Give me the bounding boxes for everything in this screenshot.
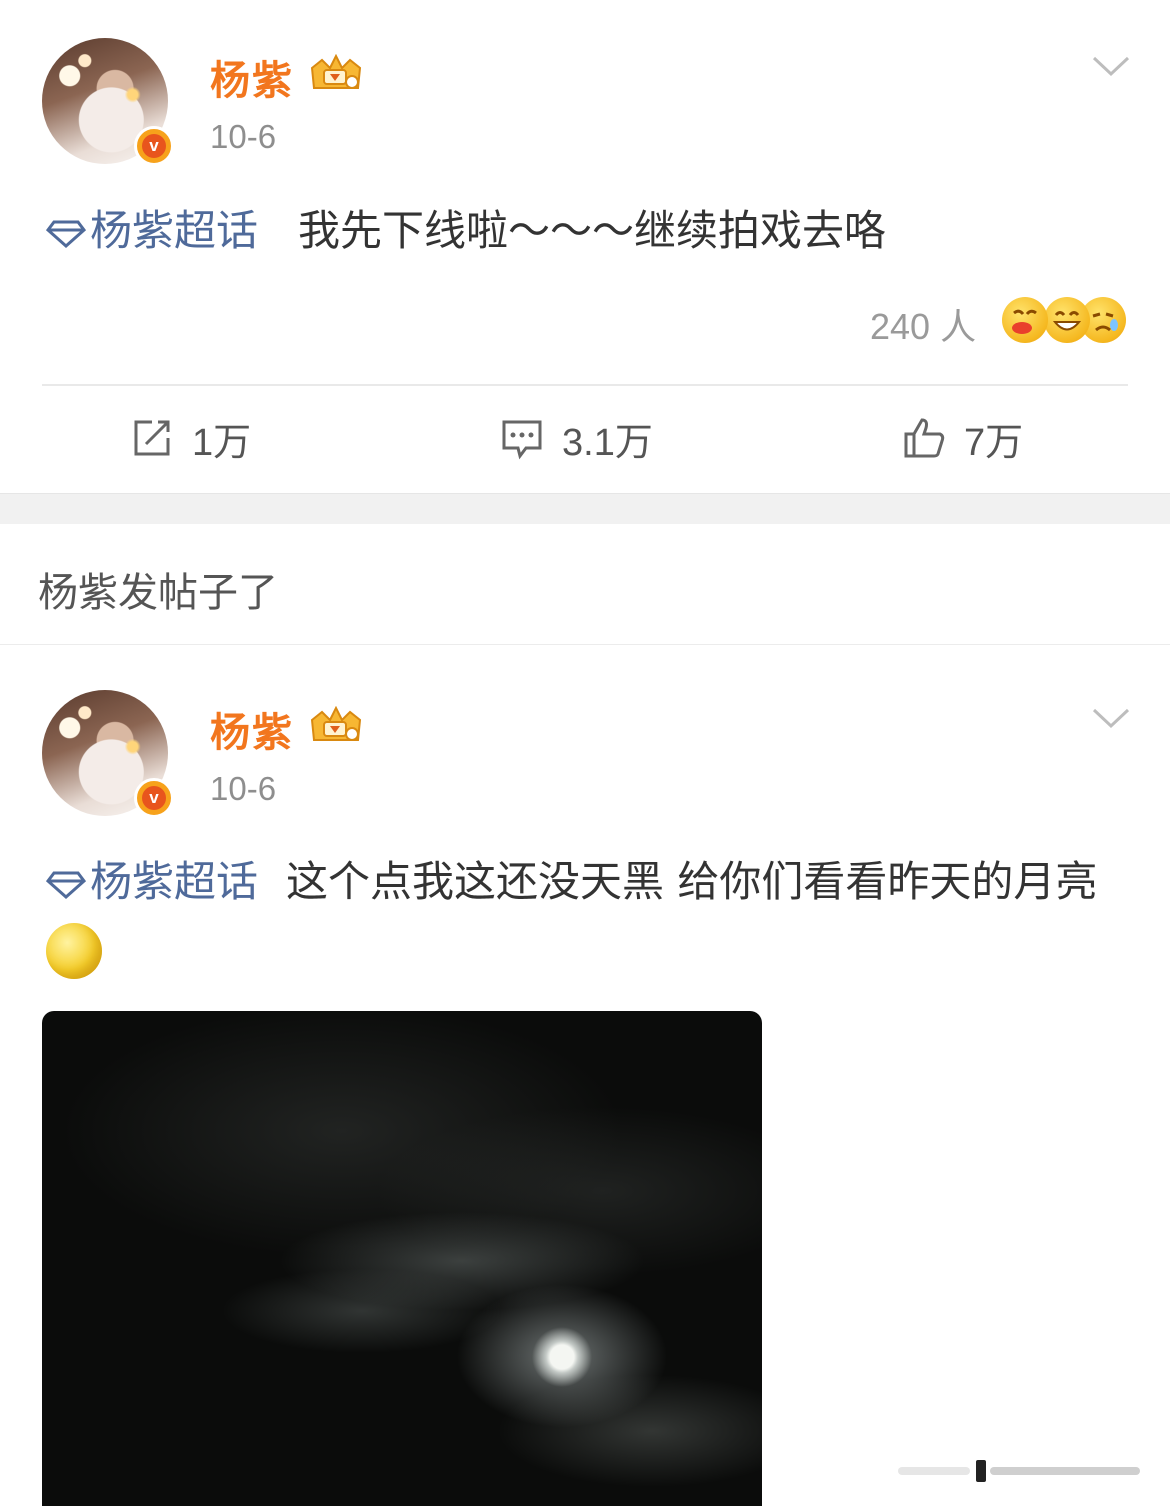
chevron-down-icon[interactable] [1092,708,1130,730]
diamond-icon [46,220,86,248]
crown-badge-icon [310,54,362,89]
avatar[interactable]: v [42,690,174,818]
verified-badge-icon: v [134,126,174,166]
author-name[interactable]: 杨紫 [210,48,294,106]
post-body: 我先下线啦～～～继续拍戏去咯 [298,206,887,255]
topic-label: 杨紫超话 [90,206,259,255]
post-card-1: v 杨紫 10-6 杨紫超话我先下线啦～～～继续拍戏去咯 240 人 1万 3 [0,0,1170,493]
section-title: 杨紫发帖子了 [38,570,278,616]
post-date: 10-6 [210,770,277,807]
repost-icon [134,420,170,456]
reaction-count[interactable]: 240 人 [870,298,976,350]
super-topic-link[interactable]: 杨紫超话 [46,857,258,906]
repost-button[interactable]: 1万 [130,410,251,466]
section-gap [0,493,1170,524]
watermark-icon [898,1460,1140,1482]
avatar[interactable]: v [42,38,174,166]
kiss-face-icon [1002,297,1048,343]
like-button[interactable]: 7万 [902,410,1023,466]
author-name[interactable]: 杨紫 [210,700,294,758]
thumbs-up-icon [904,418,945,458]
post-image[interactable] [42,1011,762,1506]
divider [42,384,1128,386]
grin-face-icon [1044,297,1090,343]
post-date: 10-6 [210,118,277,155]
comment-count: 3.1万 [562,421,653,464]
diamond-icon [46,871,86,899]
post-text: 杨紫超话 这个点我这还没天黑 给你们看看昨天的月亮 [46,849,1130,981]
post-body: 这个点我这还没天黑 给你们看看昨天的月亮 [286,857,1098,906]
post-text: 杨紫超话 我先下线啦～～～继续拍戏去咯 [46,198,1130,264]
topic-label: 杨紫超话 [90,857,259,906]
verified-badge-icon: v [134,778,174,818]
repost-count: 1万 [192,421,252,464]
comment-icon [502,420,542,460]
crown-badge-icon [310,706,362,741]
super-topic-link[interactable]: 杨紫超话 [46,206,258,255]
comment-button[interactable]: 3.1万 [500,410,653,466]
chevron-down-icon[interactable] [1092,56,1130,78]
like-count: 7万 [964,421,1024,464]
moon-emoji-icon [46,922,102,979]
